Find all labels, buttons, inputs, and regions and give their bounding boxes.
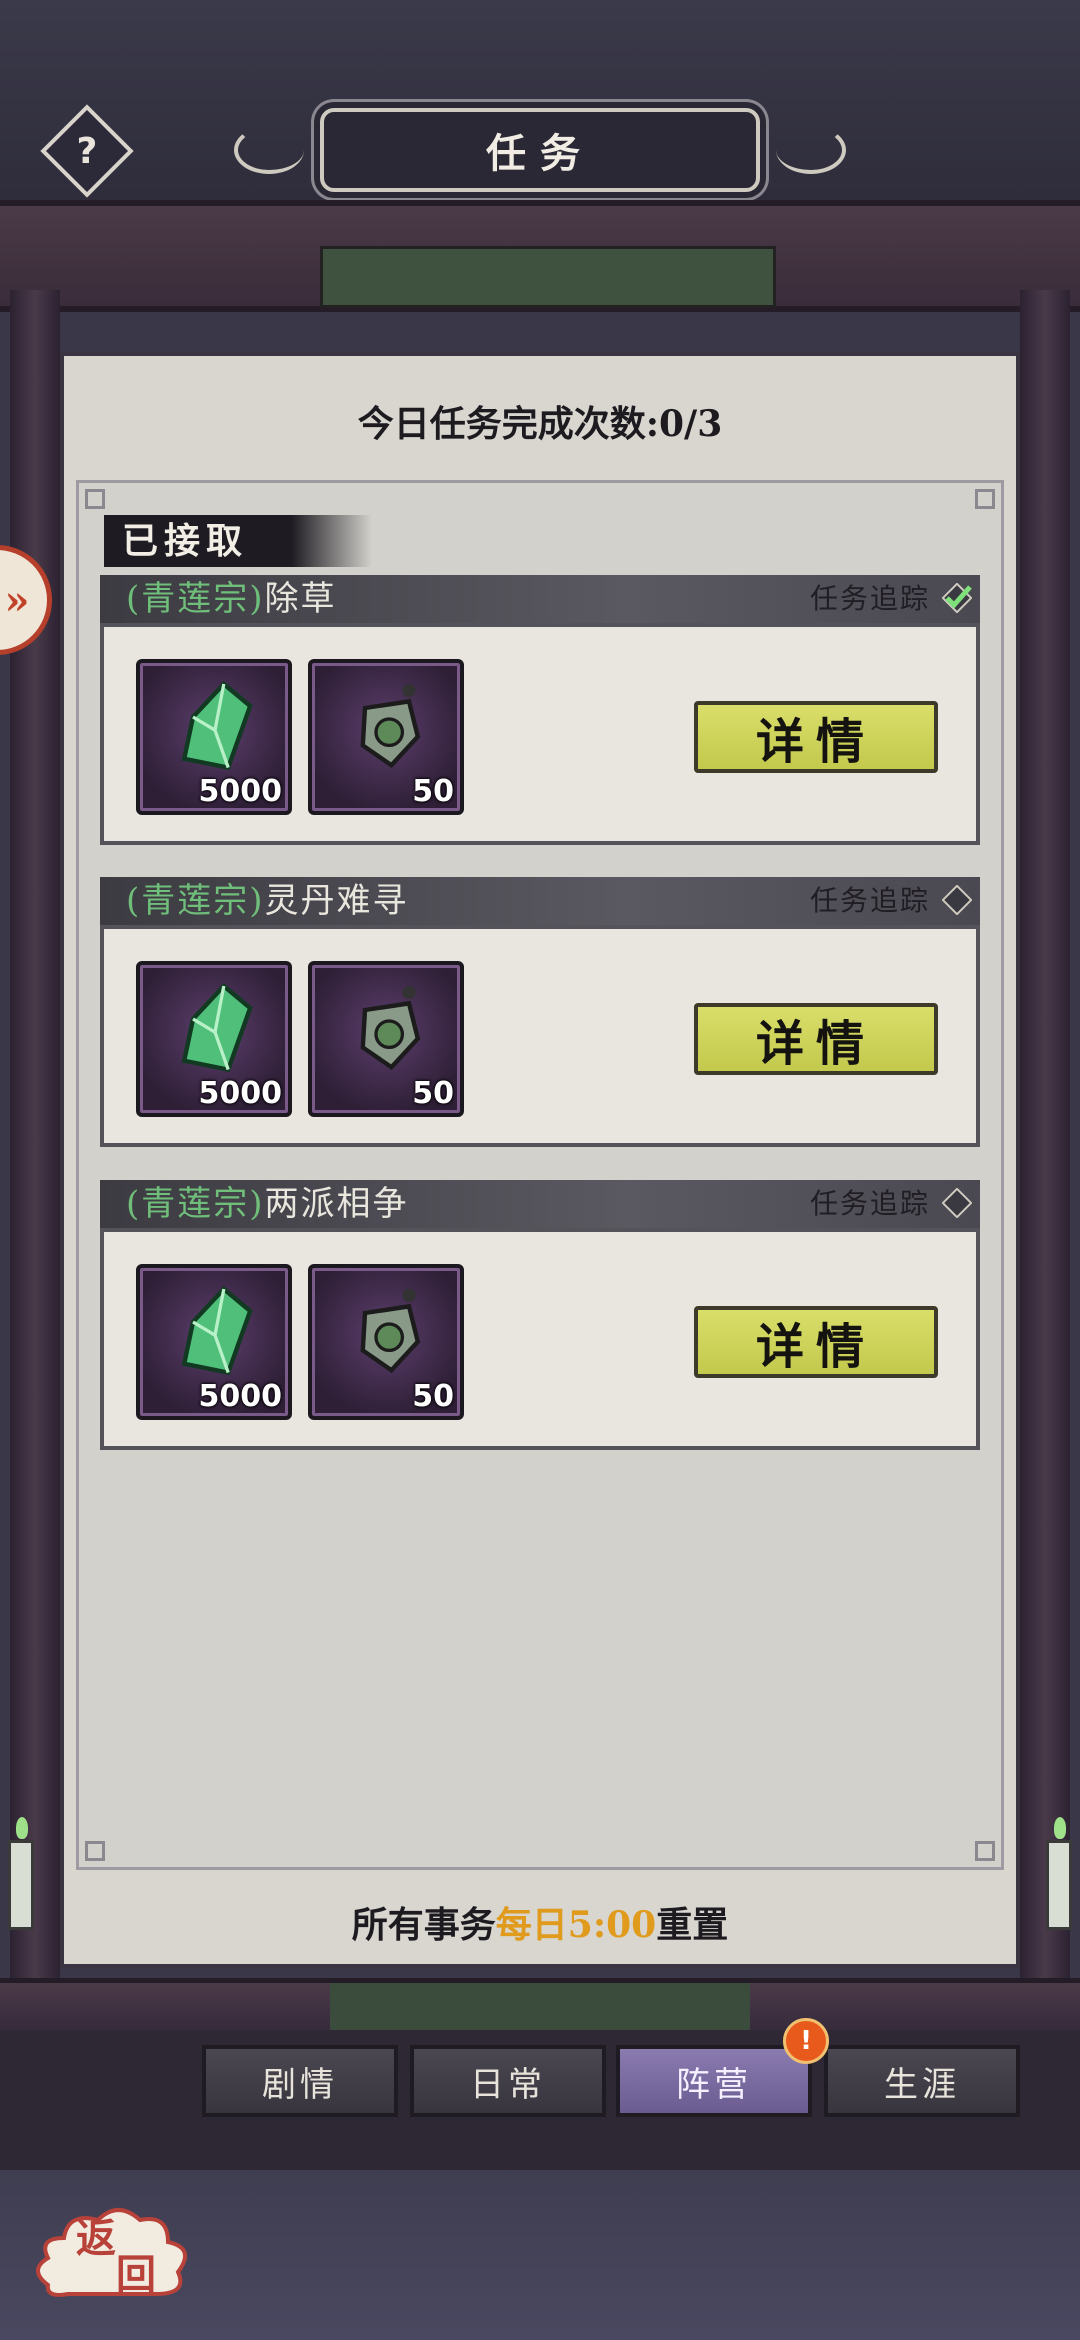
- reward-amount: 50: [412, 774, 454, 809]
- page-title: 任务: [486, 130, 594, 177]
- jade-crystal-icon: [181, 982, 253, 1073]
- reset-suffix: 重置: [656, 1904, 729, 1946]
- track-label[interactable]: 任务追踪: [810, 1182, 930, 1226]
- task-name: 两派相争: [264, 1184, 409, 1224]
- task-card: (青莲宗)两派相争 任务追踪 5000 50 详情: [100, 1180, 980, 1450]
- task-card: (青莲宗)灵丹难寻 任务追踪 5000 50 详情: [100, 877, 980, 1147]
- reward-amount: 5000: [198, 1379, 283, 1414]
- untracked-diamond-icon[interactable]: [942, 1188, 972, 1218]
- back-button[interactable]: 返 回: [28, 2190, 198, 2310]
- question-icon: ?: [76, 130, 98, 172]
- beam-inlay: [330, 1983, 750, 2037]
- ornament-right: [776, 126, 846, 174]
- corner-ornament: [975, 489, 995, 509]
- tab-alert-badge: !: [783, 2018, 829, 2064]
- corner-ornament: [85, 489, 105, 509]
- tab-story[interactable]: 剧情: [202, 2045, 398, 2117]
- ornament-left: [234, 126, 304, 174]
- sect-name: (青莲宗): [126, 579, 265, 619]
- reward-slot[interactable]: 5000: [136, 659, 292, 815]
- details-button[interactable]: 详情: [694, 1306, 938, 1378]
- task-title: (青莲宗)除草: [126, 577, 337, 621]
- task-name: 灵丹难寻: [264, 881, 409, 921]
- tab-daily[interactable]: 日常: [410, 2045, 606, 2117]
- cloud-icon: 返 回: [36, 2208, 188, 2298]
- title-plaque: 任务: [234, 108, 846, 192]
- amulet-icon: [360, 683, 421, 769]
- frame-top-beam: [0, 200, 1080, 312]
- reward-slot[interactable]: 50: [308, 659, 464, 815]
- accepted-section-label: 已接取: [104, 515, 372, 567]
- reset-prefix: 所有事务: [351, 1904, 496, 1946]
- task-header: (青莲宗)灵丹难寻 任务追踪: [100, 877, 980, 925]
- track-label[interactable]: 任务追踪: [810, 577, 930, 621]
- jade-crystal-icon: [181, 680, 253, 771]
- details-button[interactable]: 详情: [694, 701, 938, 773]
- reward-slot[interactable]: 5000: [136, 1264, 292, 1420]
- tracked-check-icon[interactable]: [942, 583, 972, 613]
- task-title: (青莲宗)灵丹难寻: [126, 879, 409, 923]
- daily-completion-count: 今日任务完成次数:0/3: [357, 403, 723, 445]
- amulet-icon: [360, 1288, 421, 1374]
- task-header: (青莲宗)除草 任务追踪: [100, 575, 980, 623]
- task-body: 5000 50 详情: [100, 623, 980, 845]
- tab-faction[interactable]: 阵营: [616, 2045, 812, 2117]
- back-label-bottom: 回: [116, 2251, 156, 2298]
- reward-slot[interactable]: 50: [308, 1264, 464, 1420]
- tab-career[interactable]: 生涯: [824, 2045, 1020, 2117]
- reset-time: 每日5:00: [495, 1904, 657, 1946]
- reward-slot[interactable]: 5000: [136, 961, 292, 1117]
- task-body: 5000 50 详情: [100, 925, 980, 1147]
- reward-amount: 5000: [198, 1076, 283, 1111]
- candle-right: [1046, 1817, 1072, 1930]
- details-button[interactable]: 详情: [694, 1003, 938, 1075]
- beam-inlay: [320, 246, 776, 308]
- jade-crystal-icon: [181, 1285, 253, 1376]
- task-header: (青莲宗)两派相争 任务追踪: [100, 1180, 980, 1228]
- candle-left: [8, 1817, 34, 1930]
- reset-notice: 所有事务每日5:00重置: [0, 1896, 1080, 1948]
- reward-amount: 5000: [198, 774, 283, 809]
- corner-ornament: [85, 1841, 105, 1861]
- task-title: (青莲宗)两派相争: [126, 1182, 409, 1226]
- corner-ornament: [975, 1841, 995, 1861]
- task-card: (青莲宗)除草 任务追踪 5000 50 详情: [100, 575, 980, 845]
- reward-slot[interactable]: 50: [308, 961, 464, 1117]
- back-label-top: 返: [76, 2215, 116, 2262]
- track-label[interactable]: 任务追踪: [810, 879, 930, 923]
- amulet-icon: [360, 985, 421, 1071]
- reward-amount: 50: [412, 1379, 454, 1414]
- task-body: 5000 50 详情: [100, 1228, 980, 1450]
- task-name: 除草: [264, 579, 337, 619]
- sect-name: (青莲宗): [126, 1184, 265, 1224]
- sect-name: (青莲宗): [126, 881, 265, 921]
- untracked-diamond-icon[interactable]: [942, 885, 972, 915]
- reward-amount: 50: [412, 1076, 454, 1111]
